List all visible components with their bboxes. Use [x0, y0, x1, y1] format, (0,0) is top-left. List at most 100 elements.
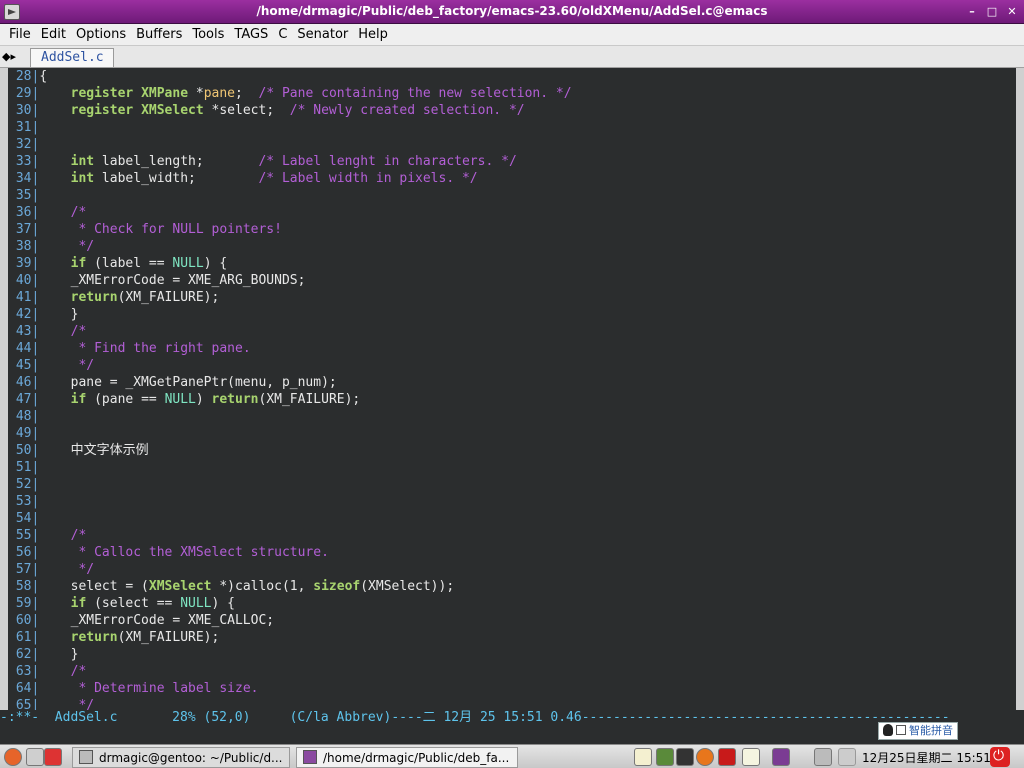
maximize-button[interactable]: □	[984, 4, 1000, 20]
code-buffer[interactable]: 28|{ 29| register XMPane *pane; /* Pane …	[8, 68, 1016, 710]
code-line[interactable]: 43| /*	[8, 323, 1016, 340]
tab-list-icon[interactable]: ◆▸	[2, 50, 24, 64]
menu-file[interactable]: File	[4, 24, 36, 46]
code-line[interactable]: 54|	[8, 510, 1016, 527]
code-line[interactable]: 47| if (pane == NULL) return(XM_FAILURE)…	[8, 391, 1016, 408]
menu-c[interactable]: C	[273, 24, 292, 46]
minibuffer[interactable]	[0, 726, 1024, 742]
gentoo-menu-icon[interactable]	[4, 748, 22, 766]
code-line[interactable]: 34| int label_width; /* Label width in p…	[8, 170, 1016, 187]
code-line[interactable]: 52|	[8, 476, 1016, 493]
code-line[interactable]: 45| */	[8, 357, 1016, 374]
show-desktop-icon[interactable]	[26, 748, 44, 766]
code-line[interactable]: 55| /*	[8, 527, 1016, 544]
code-token: * Check for NULL pointers!	[78, 222, 282, 237]
code-token: NULL	[172, 256, 204, 271]
notes-icon[interactable]	[742, 748, 760, 766]
line-number: 31|	[8, 120, 40, 135]
close-button[interactable]: ✕	[1004, 4, 1020, 20]
dict-icon[interactable]	[718, 748, 736, 766]
power-icon[interactable]	[990, 747, 1010, 767]
code-token: (XM_FAILURE);	[117, 290, 220, 305]
code-token: (select ==	[86, 596, 181, 611]
line-number: 46|	[8, 375, 40, 390]
code-line[interactable]: 40| _XMErrorCode = XME_ARG_BOUNDS;	[8, 272, 1016, 289]
code-line[interactable]: 61| return(XM_FAILURE);	[8, 629, 1016, 646]
code-line[interactable]: 53|	[8, 493, 1016, 510]
code-line[interactable]: 49|	[8, 425, 1016, 442]
task-terminal[interactable]: drmagic@gentoo: ~/Public/d...	[72, 747, 290, 768]
code-line[interactable]: 65| */	[8, 697, 1016, 710]
menu-help[interactable]: Help	[353, 24, 393, 46]
network-launcher-icon[interactable]	[656, 748, 674, 766]
code-line[interactable]: 29| register XMPane *pane; /* Pane conta…	[8, 85, 1016, 102]
code-line[interactable]: 62| }	[8, 646, 1016, 663]
menu-senator[interactable]: Senator	[292, 24, 353, 46]
editor-area[interactable]: 28|{ 29| register XMPane *pane; /* Pane …	[0, 68, 1024, 710]
code-line[interactable]: 32|	[8, 136, 1016, 153]
line-number: 39|	[8, 256, 40, 271]
menu-buffers[interactable]: Buffers	[131, 24, 187, 46]
line-number: 37|	[8, 222, 40, 237]
code-token: select = (	[39, 579, 149, 594]
menu-tools[interactable]: Tools	[187, 24, 229, 46]
code-line[interactable]: 33| int label_length; /* Label lenght in…	[8, 153, 1016, 170]
line-number: 34|	[8, 171, 40, 186]
line-number: 40|	[8, 273, 40, 288]
tab-addsel-c[interactable]: AddSel.c	[30, 48, 114, 67]
volume-icon[interactable]	[838, 748, 856, 766]
code-token: /* Label width in pixels. */	[258, 171, 478, 186]
code-line[interactable]: 46| pane = _XMGetPanePtr(menu, p_num);	[8, 374, 1016, 391]
menu-tags[interactable]: TAGS	[229, 24, 273, 46]
code-line[interactable]: 42| }	[8, 306, 1016, 323]
code-token: XMSelect	[148, 579, 212, 594]
code-line[interactable]: 64| * Determine label size.	[8, 680, 1016, 697]
code-token: label_length;	[94, 154, 259, 169]
code-line[interactable]: 50| 中文字体示例	[8, 442, 1016, 459]
line-number: 60|	[8, 613, 40, 628]
code-token: */	[78, 358, 95, 373]
code-line[interactable]: 48|	[8, 408, 1016, 425]
terminal-launcher-icon[interactable]	[676, 748, 694, 766]
code-line[interactable]: 35|	[8, 187, 1016, 204]
firefox-icon[interactable]	[696, 748, 714, 766]
minimize-button[interactable]: –	[964, 4, 980, 20]
code-token: /* Label lenght in characters. */	[258, 154, 517, 169]
line-number: 57|	[8, 562, 40, 577]
menu-edit[interactable]: Edit	[36, 24, 71, 46]
code-token: }	[39, 647, 79, 662]
clock[interactable]: 12月25日星期二 15:51	[862, 749, 991, 766]
code-line[interactable]: 38| */	[8, 238, 1016, 255]
task-emacs[interactable]: /home/drmagic/Public/deb_fa...	[296, 747, 518, 768]
network-status-icon[interactable]	[814, 748, 832, 766]
code-line[interactable]: 30| register XMSelect *select; /* Newly …	[8, 102, 1016, 119]
line-number: 59|	[8, 596, 40, 611]
code-line[interactable]: 56| * Calloc the XMSelect structure.	[8, 544, 1016, 561]
code-line[interactable]: 51|	[8, 459, 1016, 476]
code-line[interactable]: 39| if (label == NULL) {	[8, 255, 1016, 272]
code-line[interactable]: 63| /*	[8, 663, 1016, 680]
code-line[interactable]: 37| * Check for NULL pointers!	[8, 221, 1016, 238]
code-token: (XMSelect));	[360, 579, 455, 594]
code-line[interactable]: 31|	[8, 119, 1016, 136]
code-line[interactable]: 41| return(XM_FAILURE);	[8, 289, 1016, 306]
editor-launcher-icon[interactable]	[634, 748, 652, 766]
code-line[interactable]: 58| select = (XMSelect *)calloc(1, sizeo…	[8, 578, 1016, 595]
code-line[interactable]: 60| _XMErrorCode = XME_CALLOC;	[8, 612, 1016, 629]
code-line[interactable]: 28|{	[8, 68, 1016, 85]
line-number: 54|	[8, 511, 40, 526]
menu-options[interactable]: Options	[71, 24, 131, 46]
code-line[interactable]: 59| if (select == NULL) {	[8, 595, 1016, 612]
code-token: pane	[203, 86, 236, 101]
emacs-launcher-icon[interactable]	[772, 748, 790, 766]
ime-indicator[interactable]: 智能拼音	[878, 722, 958, 740]
code-line[interactable]: 57| */	[8, 561, 1016, 578]
code-line[interactable]: 36| /*	[8, 204, 1016, 221]
screenshot-icon[interactable]	[44, 748, 62, 766]
code-line[interactable]: 44| * Find the right pane.	[8, 340, 1016, 357]
